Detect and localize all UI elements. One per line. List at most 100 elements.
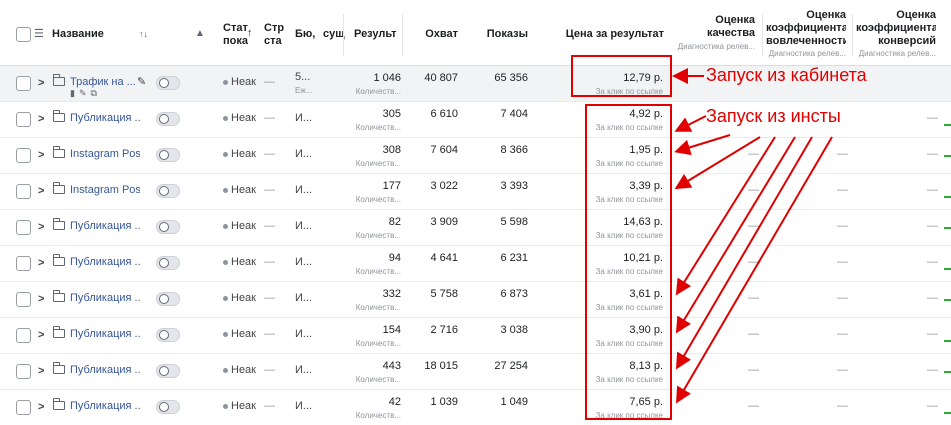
status-dot-icon — [223, 260, 228, 265]
folder-icon — [53, 182, 65, 194]
row-budget: И... — [295, 364, 313, 376]
row-reach: 6 610 — [430, 108, 458, 120]
row-strategy: — — [264, 256, 275, 268]
columns-filter-icon[interactable]: ☰ — [34, 28, 44, 41]
col-results-header[interactable]: Результ — [354, 28, 402, 41]
col-name-header[interactable]: Название — [52, 28, 104, 41]
toggle-switch[interactable] — [156, 76, 180, 90]
row-quality: — — [748, 292, 759, 304]
col-su-header[interactable]: сущ — [323, 28, 348, 41]
row-checkbox[interactable] — [16, 184, 31, 199]
toggle-switch[interactable] — [156, 256, 180, 270]
table-row[interactable]: > Публикация ... Неак — И... 154 Количеств... 2… — [0, 318, 951, 354]
sort-icon[interactable]: ↑↓ — [139, 28, 148, 41]
chevron-right-icon[interactable]: > — [38, 365, 44, 377]
row-name-link[interactable]: Публикация ... — [70, 256, 140, 268]
row-budget: 5... — [295, 71, 311, 83]
chevron-right-icon[interactable]: > — [38, 149, 44, 161]
pencil-icon[interactable]: ✎ — [137, 75, 146, 88]
toggle-switch[interactable] — [156, 220, 180, 234]
row-strategy: — — [264, 328, 275, 340]
row-strategy: — — [264, 184, 275, 196]
row-status: Неак — [231, 256, 256, 268]
row-checkbox[interactable] — [16, 148, 31, 163]
row-engagement: — — [837, 184, 848, 196]
table-row[interactable]: > Instagram Post Неак — И... 308 Количеств... 7… — [0, 138, 951, 174]
chevron-right-icon[interactable]: > — [38, 257, 44, 269]
col-engagement-sub: Диагностика релев... — [768, 49, 846, 58]
chevron-right-icon[interactable]: > — [38, 77, 44, 89]
row-impressions: 8 366 — [500, 144, 528, 156]
folder-icon — [53, 110, 65, 122]
annotation-box-insta — [585, 104, 672, 420]
sort-up-icon[interactable]: ↑ — [247, 27, 253, 40]
row-checkbox[interactable] — [16, 328, 31, 343]
row-status: Неак — [231, 364, 256, 376]
row-impressions: 1 049 — [500, 396, 528, 408]
row-results: 177 — [382, 180, 401, 192]
row-name-link[interactable]: Публикация ... — [70, 364, 140, 376]
col-status-header[interactable]: Стат — [223, 22, 249, 35]
row-name-link[interactable]: Публикация ... — [70, 292, 140, 304]
toggle-switch[interactable] — [156, 328, 180, 342]
row-action-icons[interactable]: ▮✎⧉ — [70, 88, 101, 99]
green-indicator — [944, 340, 951, 342]
row-checkbox[interactable] — [16, 220, 31, 235]
col-reach-header[interactable]: Охват — [410, 28, 458, 41]
row-results-sub: Количеств... — [355, 339, 401, 348]
row-checkbox[interactable] — [16, 400, 31, 415]
chevron-right-icon[interactable]: > — [38, 113, 44, 125]
row-strategy: — — [264, 292, 275, 304]
row-name-link[interactable]: Instagram Post — [70, 148, 140, 160]
row-checkbox[interactable] — [16, 256, 31, 271]
row-checkbox[interactable] — [16, 112, 31, 127]
toggle-switch[interactable] — [156, 148, 180, 162]
row-engagement: — — [837, 292, 848, 304]
toggle-switch[interactable] — [156, 112, 180, 126]
row-name-link[interactable]: Публикация ... — [70, 112, 140, 124]
col-cpr-header[interactable]: Цена за результат — [556, 28, 664, 41]
row-results: 42 — [388, 396, 401, 408]
row-name-link[interactable]: Instagram Post — [70, 184, 140, 196]
green-indicator — [944, 124, 951, 126]
table-row[interactable]: > Публикация ... Неак — И... 82 Количеств... 3 … — [0, 210, 951, 246]
col-quality-header[interactable]: Оценка — [675, 14, 755, 27]
row-name-link[interactable]: Публикация ... — [70, 328, 140, 340]
folder-icon — [53, 326, 65, 338]
col-conversion-header[interactable]: Оценка — [856, 9, 936, 22]
col-strategy-header[interactable]: Стр — [264, 22, 286, 35]
row-name-link[interactable]: Трафик на ... — [70, 76, 140, 88]
folder-icon — [53, 362, 65, 374]
row-status: Неак — [231, 328, 256, 340]
table-row[interactable]: > Публикация ... Неак — И... 332 Количеств... 5… — [0, 282, 951, 318]
toggle-switch[interactable] — [156, 364, 180, 378]
row-checkbox[interactable] — [16, 364, 31, 379]
row-results: 94 — [388, 252, 401, 264]
col-engagement-header[interactable]: Оценка — [766, 9, 846, 22]
table-row[interactable]: > Публикация ... Неак — И... 443 Количеств... 1… — [0, 354, 951, 390]
chevron-right-icon[interactable]: > — [38, 293, 44, 305]
row-reach: 40 807 — [424, 72, 458, 84]
row-results-sub: Количеств... — [355, 87, 401, 96]
col-impressions-header[interactable]: Показы — [470, 28, 528, 41]
chevron-right-icon[interactable]: > — [38, 401, 44, 413]
table-row[interactable]: > Публикация ... Неак — И... 42 Количеств... 1 … — [0, 390, 951, 425]
status-dot-icon — [223, 296, 228, 301]
row-checkbox[interactable] — [16, 292, 31, 307]
chevron-right-icon[interactable]: > — [38, 329, 44, 341]
col-budget-header[interactable]: Бю, — [295, 28, 317, 41]
row-conversion: — — [927, 364, 938, 376]
chevron-right-icon[interactable]: > — [38, 221, 44, 233]
toggle-switch[interactable] — [156, 184, 180, 198]
select-all-checkbox[interactable] — [16, 27, 31, 42]
toggle-switch[interactable] — [156, 292, 180, 306]
chevron-right-icon[interactable]: > — [38, 185, 44, 197]
table-row[interactable]: > Публикация ... Неак — И... 94 Количеств... 4 … — [0, 246, 951, 282]
status-dot-icon — [223, 404, 228, 409]
row-name-link[interactable]: Публикация ... — [70, 220, 140, 232]
toggle-switch[interactable] — [156, 400, 180, 414]
row-engagement: — — [837, 328, 848, 340]
row-checkbox[interactable] — [16, 76, 31, 91]
row-name-link[interactable]: Публикация ... — [70, 400, 140, 412]
table-row[interactable]: > Instagram Post Неак — И... 177 Количеств... 3… — [0, 174, 951, 210]
